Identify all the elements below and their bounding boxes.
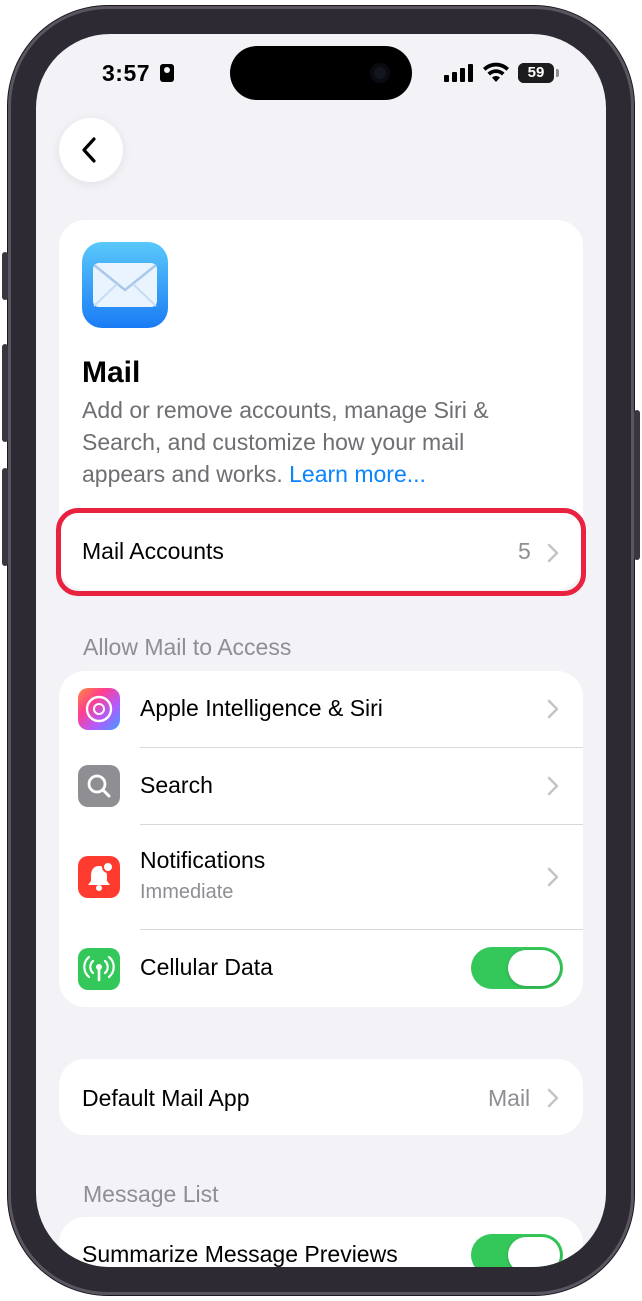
row-label: Summarize Message Previews — [82, 1241, 398, 1267]
screen: 3:57 59 Mail Add or remove accounts, man… — [36, 34, 606, 1267]
dynamic-island — [230, 46, 412, 100]
status-bar: 3:57 59 — [36, 34, 606, 114]
apple-intelligence-icon — [78, 688, 120, 730]
toggle-knob — [508, 950, 560, 986]
row-label: Default Mail App — [82, 1085, 250, 1111]
mail-accounts-highlight — [56, 508, 586, 596]
row-label: Apple Intelligence & Siri — [140, 695, 383, 721]
row-apple-intelligence-siri[interactable]: Apple Intelligence & Siri — [59, 671, 583, 747]
front-camera — [370, 63, 390, 83]
cellular-signal-icon — [444, 64, 474, 82]
section-header-access: Allow Mail to Access — [83, 634, 292, 660]
volume-up-button — [2, 344, 8, 442]
row-label: Search — [140, 772, 213, 798]
message-list-card: Summarize Message Previews — [59, 1217, 583, 1267]
row-cellular-data: Cellular Data — [59, 930, 583, 1007]
section-header-message-list: Message List — [83, 1181, 219, 1207]
battery-icon: 59 — [518, 63, 554, 83]
chevron-left-icon — [82, 137, 96, 163]
cellular-data-icon — [78, 948, 120, 990]
app-description: Add or remove accounts, manage Siri & Se… — [82, 394, 542, 490]
default-app-card: Default Mail App Mail — [59, 1059, 583, 1135]
chevron-right-icon — [547, 867, 559, 887]
mail-app-icon — [82, 242, 168, 328]
row-notifications[interactable]: Notifications Immediate — [59, 825, 583, 929]
row-value: Mail — [488, 1085, 531, 1111]
learn-more-link[interactable]: Learn more... — [289, 461, 426, 487]
side-button — [634, 410, 640, 560]
chevron-right-icon — [547, 776, 559, 796]
toggle-knob — [508, 1237, 560, 1267]
access-card: Apple Intelligence & Siri Search Notific… — [59, 671, 583, 1007]
row-default-mail-app[interactable]: Default Mail App Mail — [59, 1059, 583, 1135]
status-time: 3:57 — [102, 60, 151, 86]
row-search[interactable]: Search — [59, 748, 583, 824]
app-description-text: Add or remove accounts, manage Siri & Se… — [82, 397, 489, 487]
row-sublabel: Immediate — [140, 881, 234, 903]
row-label: Cellular Data — [140, 954, 273, 980]
summarize-previews-toggle[interactable] — [471, 1234, 563, 1267]
volume-down-button — [2, 468, 8, 566]
chevron-right-icon — [547, 699, 559, 719]
cellular-data-toggle[interactable] — [471, 947, 563, 989]
chevron-right-icon — [547, 1088, 559, 1108]
row-label: Notifications — [140, 847, 266, 873]
search-icon — [78, 765, 120, 807]
app-title: Mail — [82, 356, 141, 389]
wifi-icon — [483, 62, 509, 82]
battery-tip — [556, 69, 559, 77]
back-button[interactable] — [59, 118, 123, 182]
focus-person-icon — [160, 64, 174, 82]
action-button — [2, 252, 8, 300]
notifications-icon — [78, 856, 120, 898]
row-summarize-message-previews: Summarize Message Previews — [59, 1217, 583, 1267]
battery-level: 59 — [527, 64, 545, 81]
